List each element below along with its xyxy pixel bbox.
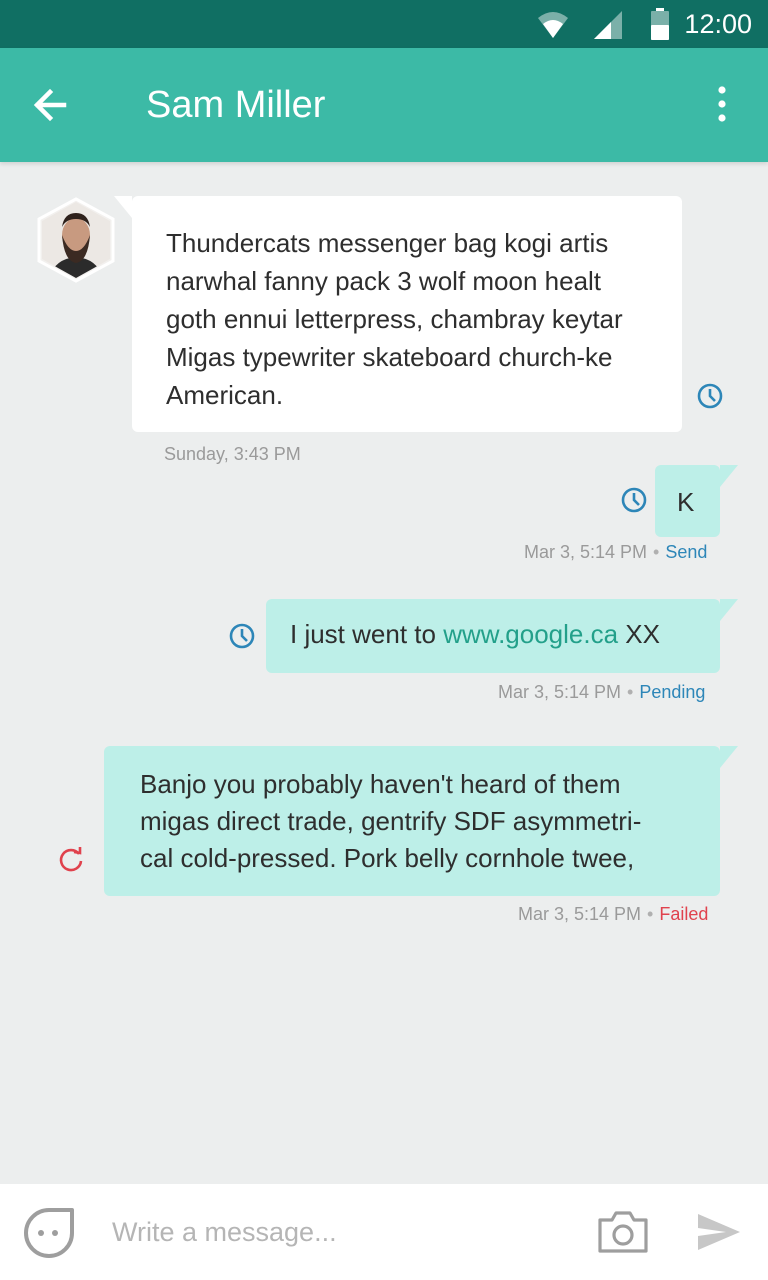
retry-icon[interactable]	[57, 845, 85, 873]
message-line: narwhal fanny pack 3 wolf moon healt	[166, 266, 602, 296]
wifi-icon	[538, 12, 568, 38]
outgoing-message-bubble[interactable]: I just went to www.google.ca XX	[266, 599, 738, 673]
message-text-before: I just went to	[290, 619, 444, 649]
message-text: Thundercats messenger bag kogi artis nar…	[166, 224, 666, 414]
message-text: I just went to www.google.ca XX	[290, 619, 660, 650]
timestamp-text: Mar 3, 5:14 PM	[524, 542, 648, 562]
message-list[interactable]: Thundercats messenger bag kogi artis nar…	[0, 162, 768, 1184]
emoji-icon[interactable]	[22, 1206, 76, 1260]
message-link[interactable]: www.google.ca	[443, 619, 618, 649]
camera-icon[interactable]	[596, 1210, 650, 1254]
message-line: American.	[166, 380, 284, 410]
status-bar: 12:00	[0, 0, 768, 48]
clock-icon	[621, 487, 647, 513]
clock-icon	[697, 383, 723, 409]
delivery-status: Failed	[659, 904, 709, 924]
separator-dot: •	[627, 682, 634, 702]
message-line: Migas typewriter skateboard church-ke	[166, 342, 613, 372]
message-composer	[0, 1184, 768, 1280]
message-line: goth ennui letterpress, chambray keytar	[166, 304, 623, 334]
delivery-status: Send	[665, 542, 708, 562]
conversation-title: Sam Miller	[146, 84, 326, 126]
delivery-status: Pending	[639, 682, 706, 702]
timestamp-text: Mar 3, 5:14 PM	[518, 904, 642, 924]
message-meta: Mar 3, 5:14 PM • Send	[524, 542, 707, 563]
incoming-message-bubble[interactable]: Thundercats messenger bag kogi artis nar…	[114, 196, 682, 432]
outgoing-message-bubble[interactable]: K	[655, 465, 738, 537]
app-bar: Sam Miller	[0, 48, 768, 162]
message-line: migas direct trade, gentrify SDF asymmet…	[140, 806, 642, 836]
message-text-after: XX	[618, 619, 660, 649]
clock-icon	[229, 623, 255, 649]
message-timestamp: Sunday, 3:43 PM	[164, 444, 301, 465]
message-line: Banjo you probably haven't heard of them	[140, 769, 621, 799]
message-text: K	[677, 487, 695, 517]
avatar[interactable]	[36, 197, 116, 283]
more-vert-icon[interactable]	[702, 84, 742, 124]
timestamp-text: Mar 3, 5:14 PM	[498, 682, 622, 702]
outgoing-message-bubble[interactable]: Banjo you probably haven't heard of them…	[104, 746, 738, 896]
separator-dot: •	[653, 542, 660, 562]
status-time: 12:00	[684, 9, 752, 39]
message-line: Thundercats messenger bag kogi artis	[166, 228, 609, 258]
message-input[interactable]	[112, 1210, 552, 1254]
back-arrow-icon[interactable]	[26, 80, 76, 130]
signal-icon	[594, 11, 622, 39]
message-line: cal cold-pressed. Pork belly cornhole tw…	[140, 843, 635, 873]
battery-icon	[651, 8, 669, 40]
message-meta: Mar 3, 5:14 PM • Failed	[518, 904, 708, 925]
separator-dot: •	[647, 904, 654, 924]
message-text: Banjo you probably haven't heard of them…	[140, 766, 641, 877]
send-icon[interactable]	[696, 1212, 742, 1252]
timestamp-text: Sunday, 3:43 PM	[164, 444, 301, 464]
message-meta: Mar 3, 5:14 PM • Pending	[498, 682, 705, 703]
